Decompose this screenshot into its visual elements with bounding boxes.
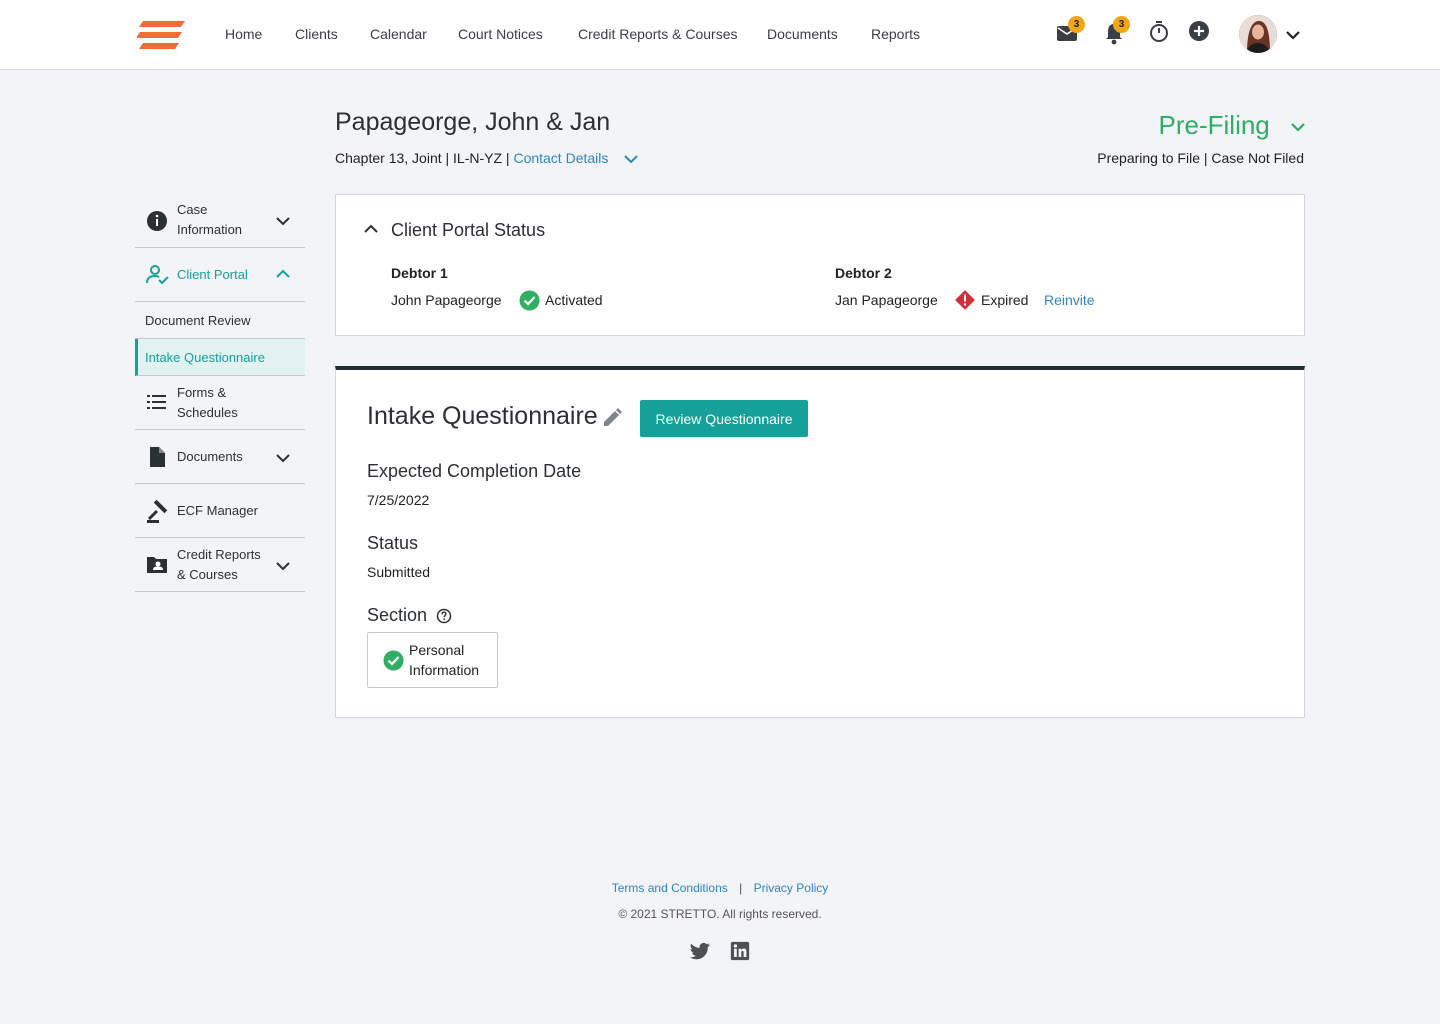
user-check-icon: [146, 265, 169, 285]
sidebar-item-documents[interactable]: Documents: [135, 430, 305, 484]
nav-court-notices[interactable]: Court Notices: [458, 26, 543, 42]
section-label: Section: [367, 605, 428, 625]
sidebar-item-label: Credit Reports & Courses: [177, 547, 261, 582]
debtor2-status: Expired: [981, 292, 1029, 308]
debtor1-name: John Papageorge: [391, 292, 502, 308]
case-subtitle: Chapter 13, Joint | IL-N-YZ | Contact De…: [335, 150, 638, 166]
notification-badge: 3: [1113, 16, 1130, 33]
case-stage-dropdown[interactable]: Pre-Filing: [1159, 110, 1305, 141]
nav-home[interactable]: Home: [225, 26, 262, 42]
top-navigation: Home Clients Calendar Court Notices Cred…: [0, 0, 1440, 70]
mail-badge: 3: [1068, 16, 1085, 33]
sidebar-item-label: Case Information: [177, 202, 243, 237]
folder-user-icon: [147, 557, 167, 573]
case-stage: Pre-Filing: [1158, 110, 1270, 140]
sidebar-item-label: Documents: [177, 449, 243, 464]
stretto-logo-icon[interactable]: [137, 21, 185, 49]
status-value: Submitted: [367, 564, 431, 580]
contact-chevron-down-icon[interactable]: [624, 154, 638, 164]
gavel-icon: [147, 500, 168, 523]
sidebar-item-forms-schedules[interactable]: Forms & Schedules: [135, 376, 305, 430]
case-title: Papageorge, John & Jan: [335, 108, 611, 136]
reinvite-link[interactable]: Reinvite: [1044, 292, 1095, 308]
timer-icon: [1150, 21, 1168, 42]
completion-date-label: Expected Completion Date: [367, 461, 582, 481]
review-questionnaire-button[interactable]: Review Questionnaire: [640, 400, 808, 437]
questionnaire-title: Intake Questionnaire: [367, 402, 598, 430]
pencil-edit-icon[interactable]: [602, 408, 622, 428]
help-circle-icon[interactable]: [436, 608, 452, 624]
case-details: Chapter 13, Joint | IL-N-YZ |: [335, 150, 510, 166]
sidebar-item-credit-reports[interactable]: Credit Reports & Courses: [135, 538, 305, 592]
sidebar-item-intake-questionnaire[interactable]: Intake Questionnaire: [135, 339, 305, 376]
section-chip-personal-information[interactable]: Personal Information: [367, 632, 498, 688]
chevron-down-icon: [276, 562, 290, 571]
account-chevron-down-icon[interactable]: [1285, 28, 1301, 42]
document-icon: [150, 447, 165, 467]
contact-details-link[interactable]: Contact Details: [513, 150, 608, 166]
check-circle-icon: [383, 650, 404, 671]
sidebar-item-document-review[interactable]: Document Review: [135, 302, 305, 339]
add-circle-icon: [1189, 21, 1209, 41]
linkedin-icon[interactable]: [729, 940, 751, 962]
debtor2-name: Jan Papageorge: [835, 292, 938, 308]
privacy-link[interactable]: Privacy Policy: [754, 881, 829, 895]
notifications-button[interactable]: 3: [1102, 16, 1130, 46]
debtor1-status: Activated: [545, 292, 603, 308]
completion-date-value: 7/25/2022: [367, 492, 430, 508]
nav-documents[interactable]: Documents: [767, 26, 838, 42]
nav-reports[interactable]: Reports: [871, 26, 920, 42]
timer-button[interactable]: [1147, 20, 1173, 46]
nav-calendar[interactable]: Calendar: [370, 26, 427, 42]
user-avatar[interactable]: [1239, 15, 1277, 53]
sidebar-item-case-information[interactable]: Case Information: [135, 193, 305, 248]
sidebar-item-client-portal[interactable]: Client Portal: [135, 248, 305, 302]
sidebar-item-label: Client Portal: [177, 267, 248, 282]
copyright: © 2021 STRETTO. All rights reserved.: [618, 907, 822, 921]
info-icon: [147, 211, 167, 231]
list-icon: [147, 395, 166, 409]
avatar-icon: [1239, 15, 1277, 53]
check-circle-icon: [519, 290, 540, 311]
case-sidebar: Case Information Client Portal Document …: [135, 193, 305, 592]
sidebar-item-ecf-manager[interactable]: ECF Manager: [135, 484, 305, 538]
chevron-down-icon: [276, 454, 290, 463]
sidebar-item-label: Forms & Schedules: [177, 385, 238, 420]
debtor1-label: Debtor 1: [391, 265, 448, 281]
case-stage-status: Preparing to File | Case Not Filed: [1097, 150, 1304, 166]
chevron-up-icon: [276, 269, 290, 278]
footer-links: Terms and Conditions | Privacy Policy: [0, 881, 1440, 895]
error-diamond-icon: [955, 290, 975, 310]
mail-button[interactable]: 3: [1055, 16, 1085, 46]
add-button[interactable]: [1187, 20, 1213, 46]
footer-separator: |: [739, 881, 743, 895]
terms-link[interactable]: Terms and Conditions: [612, 881, 728, 895]
nav-clients[interactable]: Clients: [295, 26, 338, 42]
sidebar-item-label: ECF Manager: [177, 503, 258, 518]
collapse-chevron-up-icon[interactable]: [363, 223, 379, 235]
intake-questionnaire-panel: Intake Questionnaire Review Questionnair…: [335, 366, 1305, 718]
section-chip-label: Personal Information: [409, 642, 480, 678]
status-label: Status: [367, 533, 419, 553]
twitter-icon[interactable]: [689, 940, 711, 962]
client-portal-status-panel: Client Portal Status Debtor 1 John Papag…: [335, 194, 1305, 336]
nav-credit-reports[interactable]: Credit Reports & Courses: [578, 26, 738, 42]
stage-chevron-down-icon: [1291, 123, 1305, 132]
debtor2-label: Debtor 2: [835, 265, 892, 281]
chevron-down-icon: [276, 217, 290, 226]
portal-status-title: Client Portal Status: [391, 220, 546, 240]
